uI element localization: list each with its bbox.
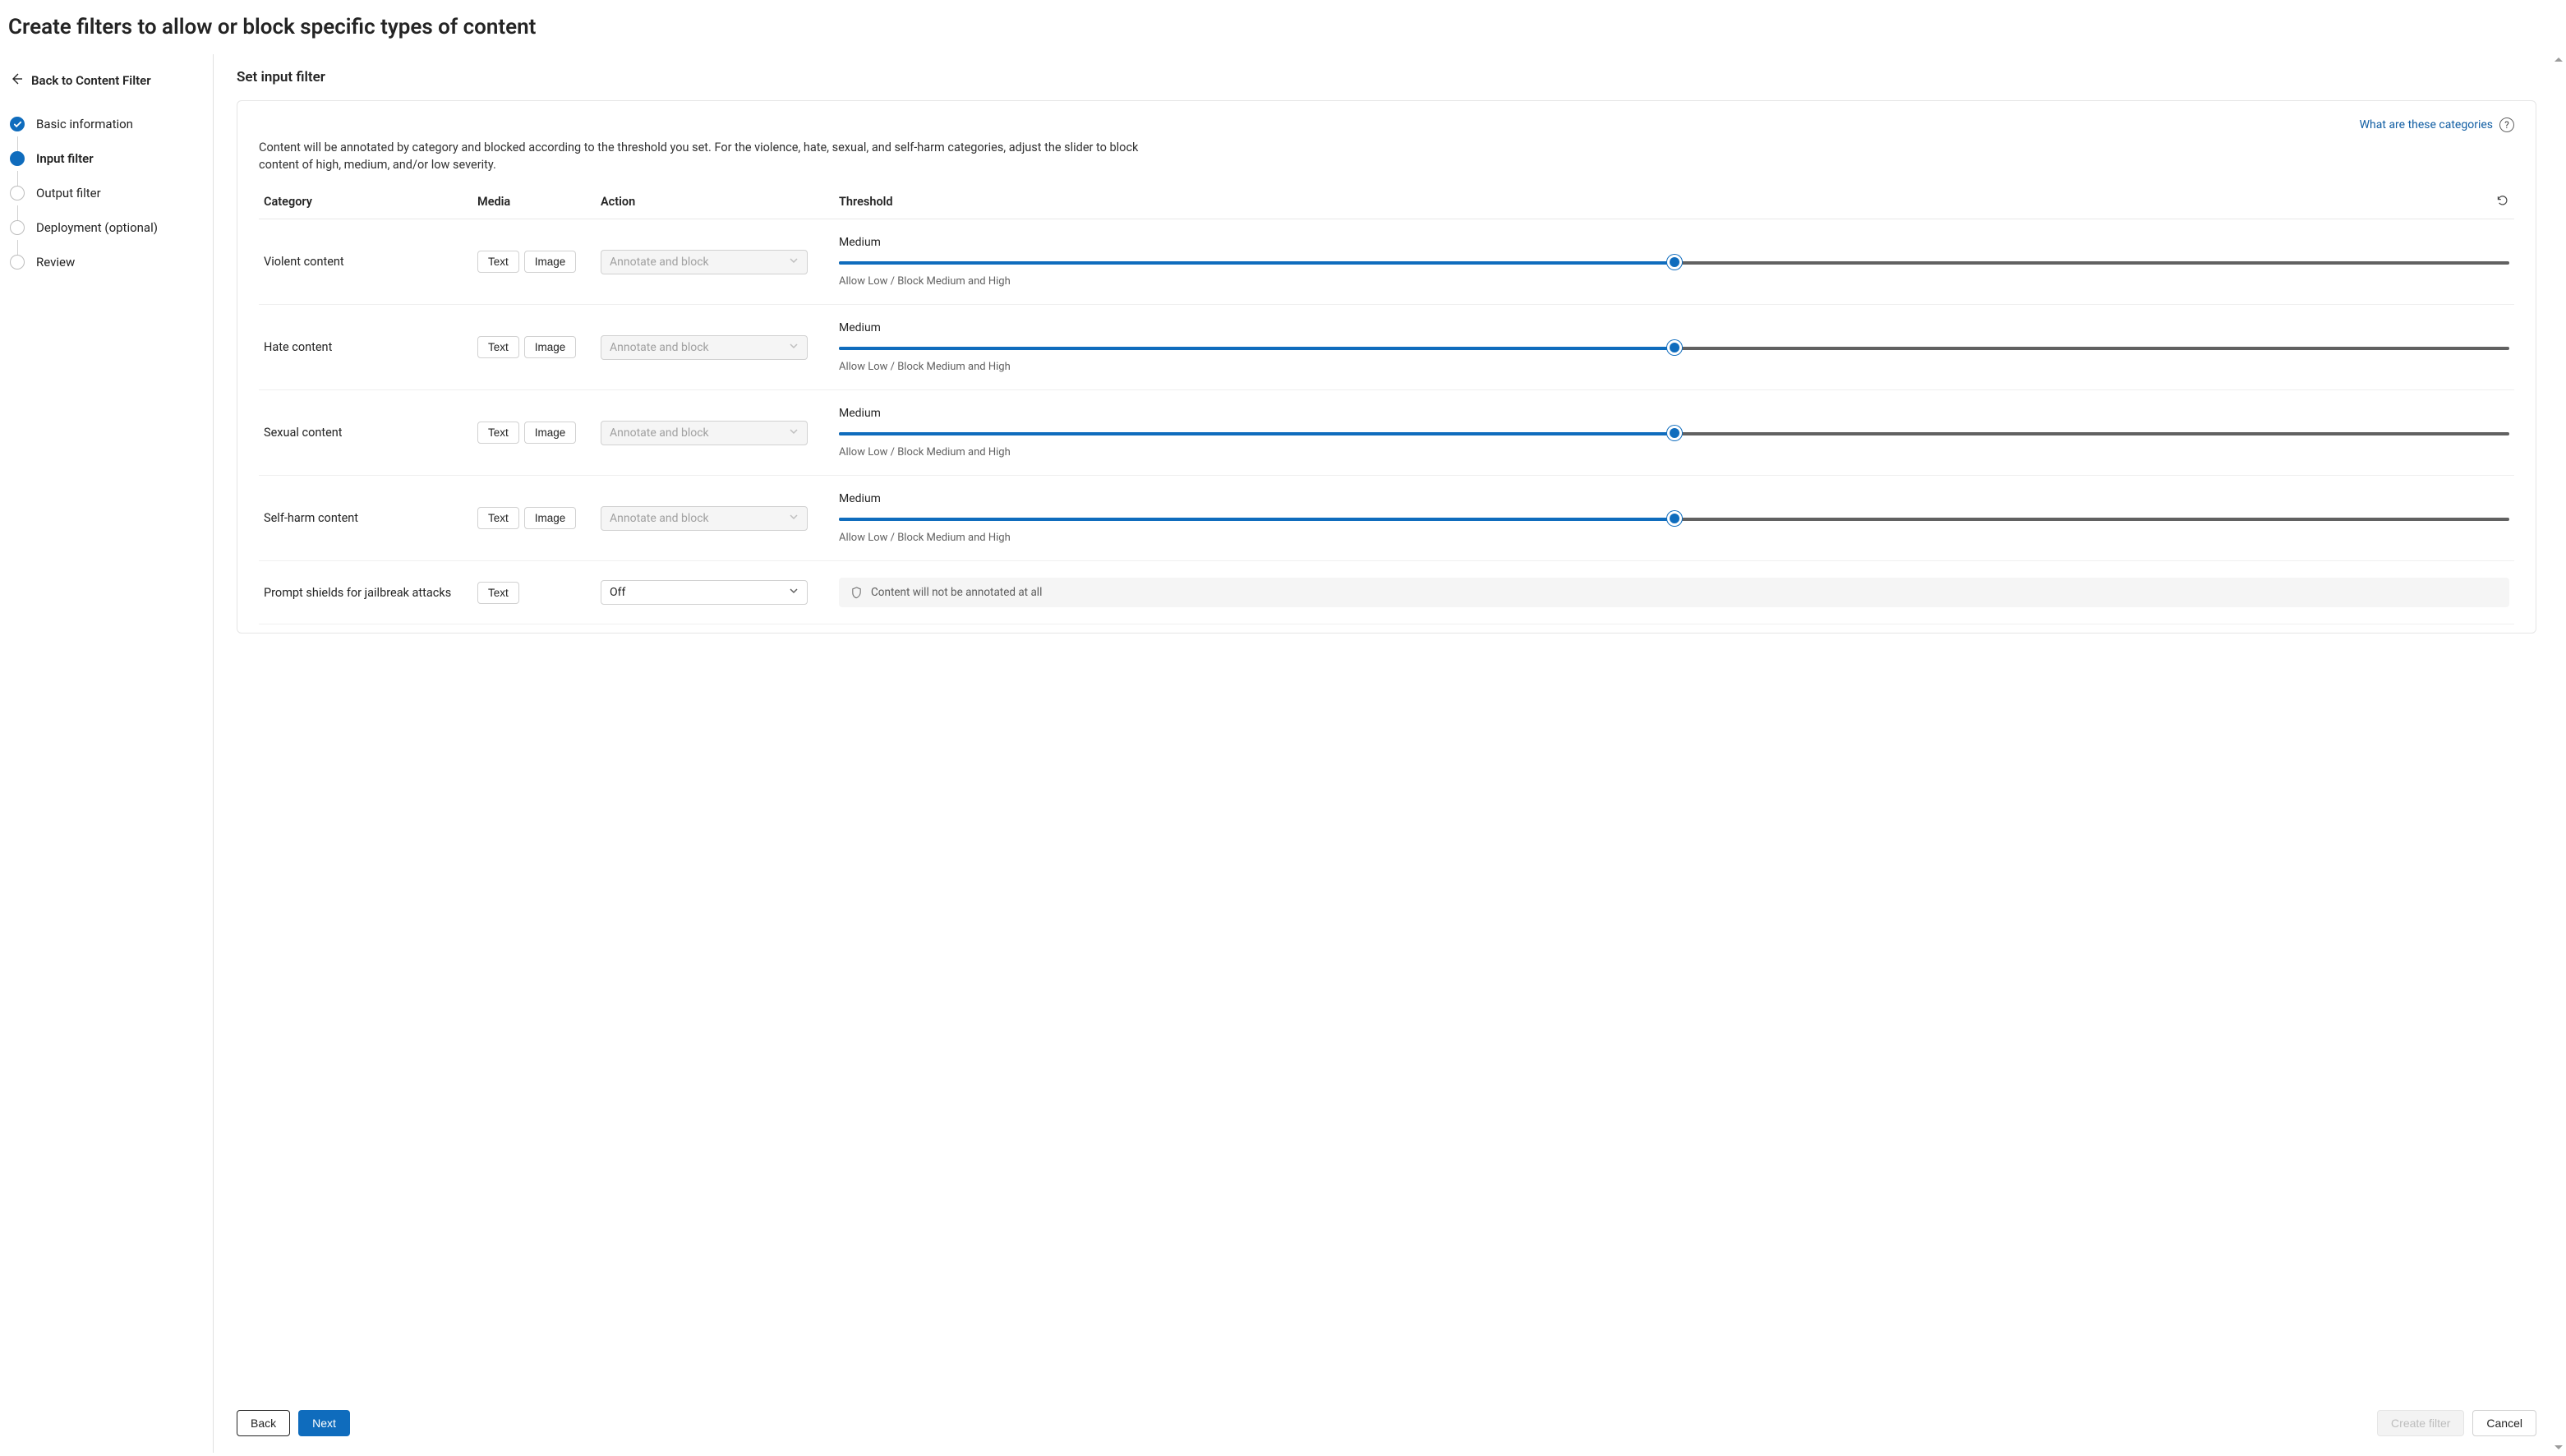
back-to-content-filter-link[interactable]: Back to Content Filter: [7, 67, 205, 107]
category-name: Sexual content: [264, 426, 343, 440]
back-label: Back to Content Filter: [31, 73, 151, 88]
info-text: Content will not be annotated at all: [871, 586, 1042, 599]
threshold-caption: Allow Low / Block Medium and High: [839, 532, 2509, 544]
wizard-step[interactable]: Review: [7, 245, 205, 279]
wizard-step[interactable]: Basic information: [7, 107, 205, 141]
step-label: Output filter: [36, 186, 101, 200]
col-threshold: Threshold: [834, 182, 2057, 219]
step-label: Review: [36, 255, 75, 270]
wizard-step[interactable]: Input filter: [7, 141, 205, 176]
action-select: Annotate and block: [601, 250, 808, 274]
action-select: Annotate and block: [601, 506, 808, 531]
action-select-value: Off: [610, 586, 625, 599]
intro-text: Content will be annotated by category an…: [259, 139, 1146, 173]
chevron-down-icon: [789, 512, 799, 525]
categories-table: Category Media Action Threshold Violent …: [259, 182, 2514, 624]
step-dot-icon: [10, 186, 25, 200]
threshold-label: Medium: [839, 236, 2509, 249]
media-image-toggle[interactable]: Image: [524, 251, 577, 273]
reset-thresholds-icon[interactable]: [2495, 193, 2509, 207]
action-select: Annotate and block: [601, 421, 808, 445]
filter-panel: What are these categories ? Content will…: [237, 100, 2536, 634]
media-text-toggle[interactable]: Text: [477, 507, 519, 529]
question-mark-icon: ?: [2499, 117, 2514, 132]
slider-thumb-icon[interactable]: [1667, 426, 1682, 440]
media-image-toggle[interactable]: Image: [524, 422, 577, 444]
step-dot-icon: [10, 220, 25, 235]
media-text-toggle[interactable]: Text: [477, 251, 519, 273]
action-select-value: Annotate and block: [610, 426, 709, 440]
main-panel: Set input filter What are these categori…: [214, 54, 2566, 1453]
table-row: Sexual content TextImage Annotate and bloc…: [259, 390, 2514, 476]
checkmark-icon: [10, 117, 25, 131]
cancel-button[interactable]: Cancel: [2472, 1410, 2536, 1436]
chevron-down-icon: [789, 256, 799, 269]
category-name: Prompt shields for jailbreak attacks: [264, 586, 451, 600]
section-title: Set input filter: [237, 69, 2536, 85]
media-image-toggle[interactable]: Image: [524, 336, 577, 358]
step-dot-icon: [10, 255, 25, 270]
threshold-label: Medium: [839, 492, 2509, 505]
help-link-text: What are these categories: [2360, 118, 2493, 131]
chevron-down-icon: [789, 341, 799, 354]
threshold-slider[interactable]: [839, 426, 2509, 441]
threshold-slider[interactable]: [839, 341, 2509, 356]
threshold-slider[interactable]: [839, 512, 2509, 527]
step-label: Basic information: [36, 117, 133, 131]
media-text-toggle[interactable]: Text: [477, 422, 519, 444]
wizard-step[interactable]: Deployment (optional): [7, 210, 205, 245]
media-text-toggle[interactable]: Text: [477, 336, 519, 358]
action-select[interactable]: Off: [601, 580, 808, 605]
col-action: Action: [596, 182, 834, 219]
threshold-label: Medium: [839, 321, 2509, 334]
back-button[interactable]: Back: [237, 1410, 290, 1436]
arrow-left-icon: [10, 72, 23, 89]
step-dot-icon: [10, 151, 25, 166]
wizard-steps: Basic information Input filter Output filt…: [7, 107, 205, 279]
what-are-these-categories-link[interactable]: What are these categories ?: [2360, 117, 2514, 132]
chevron-down-icon: [789, 426, 799, 440]
threshold-caption: Allow Low / Block Medium and High: [839, 361, 2509, 373]
slider-thumb-icon[interactable]: [1667, 255, 1682, 270]
category-name: Self-harm content: [264, 511, 358, 525]
col-media: Media: [472, 182, 596, 219]
category-name: Violent content: [264, 255, 344, 269]
next-button[interactable]: Next: [298, 1410, 350, 1436]
threshold-caption: Allow Low / Block Medium and High: [839, 275, 2509, 288]
page-title: Create filters to allow or block specifi…: [0, 0, 2566, 54]
category-name: Hate content: [264, 340, 332, 354]
threshold-caption: Allow Low / Block Medium and High: [839, 446, 2509, 458]
media-image-toggle[interactable]: Image: [524, 507, 577, 529]
threshold-label: Medium: [839, 407, 2509, 420]
action-select-value: Annotate and block: [610, 512, 709, 525]
action-select: Annotate and block: [601, 335, 808, 360]
table-row: Violent content TextImage Annotate and blo…: [259, 219, 2514, 305]
slider-thumb-icon[interactable]: [1667, 511, 1682, 526]
create-filter-button: Create filter: [2377, 1410, 2464, 1436]
threshold-slider[interactable]: [839, 256, 2509, 270]
action-select-value: Annotate and block: [610, 341, 709, 354]
table-row: Prompt shields for jailbreak attacks Text…: [259, 561, 2514, 624]
wizard-footer: Back Next Create filter Cancel: [214, 1397, 2566, 1453]
table-row: Self-harm content TextImage Annotate and b…: [259, 476, 2514, 561]
info-message: Content will not be annotated at all: [839, 578, 2509, 607]
wizard-step[interactable]: Output filter: [7, 176, 205, 210]
slider-thumb-icon[interactable]: [1667, 340, 1682, 355]
step-label: Input filter: [36, 151, 94, 166]
wizard-sidebar: Back to Content Filter Basic information…: [0, 54, 214, 1453]
table-row: Hate content TextImage Annotate and block M…: [259, 305, 2514, 390]
chevron-down-icon: [789, 586, 799, 599]
shield-icon: [850, 587, 863, 599]
step-label: Deployment (optional): [36, 220, 158, 235]
action-select-value: Annotate and block: [610, 256, 709, 269]
media-text-toggle[interactable]: Text: [477, 582, 519, 604]
col-category: Category: [259, 182, 472, 219]
